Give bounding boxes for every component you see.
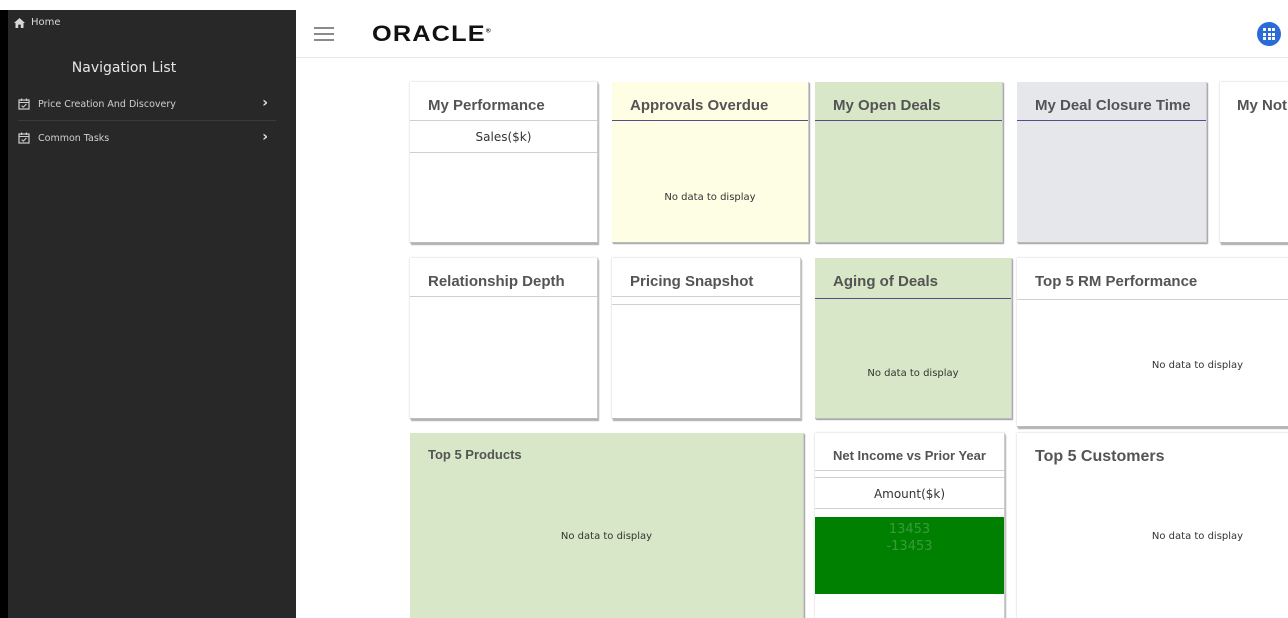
tile-divider <box>815 298 1011 299</box>
home-link[interactable]: Home <box>14 17 61 28</box>
tile-subheading: Sales($k) <box>475 130 532 144</box>
tile-top5-products[interactable]: Top 5 Products No data to display <box>410 433 804 618</box>
nav-divider <box>18 120 276 121</box>
tile-top5-rm-performance[interactable]: Top 5 RM Performance No data to display <box>1017 258 1288 427</box>
tile-divider <box>410 120 597 121</box>
tile-my-open-deals[interactable]: My Open Deals <box>815 82 1003 243</box>
tile-net-income-vs-prior-year[interactable]: Net Income vs Prior Year Amount($k) 1345… <box>815 433 1005 618</box>
tile-divider <box>815 508 1004 509</box>
tile-title: My Deal Closure Time <box>1035 97 1191 114</box>
tile-title: My Not <box>1237 97 1287 114</box>
tile-my-notes[interactable]: My Not <box>1220 82 1288 243</box>
tile-divider <box>815 120 1002 121</box>
tile-my-performance[interactable]: My Performance Sales($k) <box>410 82 598 243</box>
chevron-right-icon: › <box>262 129 268 145</box>
tile-pricing-snapshot[interactable]: Pricing Snapshot <box>612 258 801 419</box>
calendar-check-icon <box>18 132 30 144</box>
tile-title: Approvals Overdue <box>630 97 769 114</box>
no-data-message: No data to display <box>1151 531 1244 542</box>
tile-subheading: Amount($k) <box>873 487 946 501</box>
no-data-message: No data to display <box>664 192 756 203</box>
home-icon <box>14 17 25 28</box>
tile-title: My Performance <box>428 97 545 114</box>
nav-item-price-creation[interactable]: Price Creation And Discovery › <box>18 93 276 115</box>
tile-relationship-depth[interactable]: Relationship Depth <box>410 258 598 419</box>
tile-divider <box>612 120 808 121</box>
tile-divider <box>410 152 597 153</box>
tile-aging-of-deals[interactable]: Aging of Deals No data to display <box>815 258 1012 419</box>
tile-divider <box>612 304 800 305</box>
tile-title: Top 5 Customers <box>1035 448 1165 465</box>
hamburger-menu-icon[interactable] <box>314 27 334 41</box>
tile-divider <box>1017 299 1288 300</box>
tile-my-deal-closure-time[interactable]: My Deal Closure Time <box>1017 82 1207 243</box>
calendar-check-icon <box>18 98 30 110</box>
net-income-delta: -13453 <box>886 539 933 554</box>
chevron-right-icon: › <box>262 95 268 111</box>
net-income-value: 13453 <box>888 522 931 537</box>
window-edge <box>0 10 8 618</box>
nav-item-label: Common Tasks <box>38 132 110 144</box>
oracle-logo: ORACLE® <box>372 21 492 46</box>
tile-divider <box>815 470 1004 471</box>
net-income-value-panel: 13453 -13453 <box>815 517 1004 594</box>
tile-title: Relationship Depth <box>428 273 565 290</box>
no-data-message: No data to display <box>560 531 653 542</box>
tile-divider <box>815 477 1004 478</box>
nav-item-common-tasks[interactable]: Common Tasks › <box>18 127 276 149</box>
navigation-list-title: Navigation List <box>71 60 177 76</box>
home-label: Home <box>31 17 61 28</box>
tile-approvals-overdue[interactable]: Approvals Overdue No data to display <box>612 82 809 243</box>
tile-divider <box>1017 120 1206 121</box>
tile-title: Net Income vs Prior Year <box>833 448 986 463</box>
nav-item-label: Price Creation And Discovery <box>38 98 176 110</box>
no-data-message: No data to display <box>1151 360 1244 371</box>
tile-title: Top 5 Products <box>428 447 522 462</box>
tile-title: Aging of Deals <box>833 273 939 290</box>
tile-top5-customers[interactable]: Top 5 Customers No data to display <box>1017 433 1288 618</box>
top-strip <box>0 0 1288 10</box>
tile-title: Pricing Snapshot <box>630 273 754 290</box>
tile-title: My Open Deals <box>833 97 941 114</box>
app-header: ORACLE® <box>296 10 1288 58</box>
tile-title: Top 5 RM Performance <box>1035 273 1198 290</box>
tile-divider <box>410 296 597 297</box>
no-data-message: No data to display <box>867 368 959 379</box>
app-grid-icon[interactable] <box>1257 22 1281 46</box>
tile-divider <box>612 296 800 297</box>
